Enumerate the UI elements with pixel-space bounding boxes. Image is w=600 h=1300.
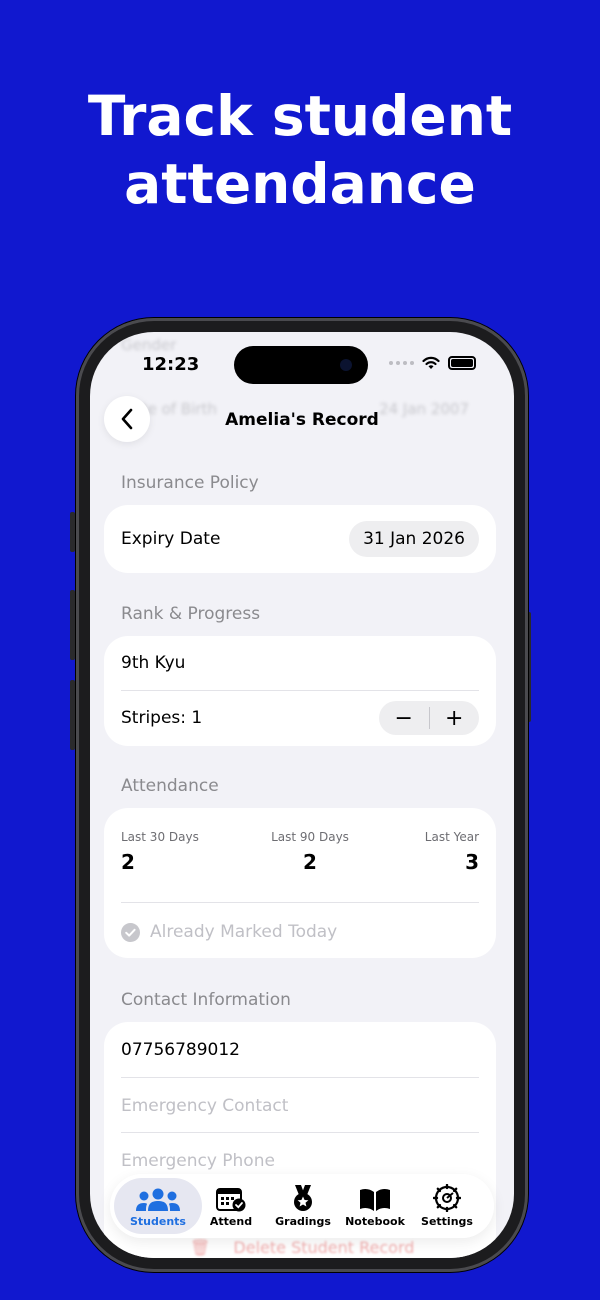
stat-value: 2 bbox=[303, 850, 317, 874]
status-time: 12:23 bbox=[142, 354, 200, 375]
battery-icon bbox=[448, 356, 476, 370]
attendance-section-label: Attendance bbox=[121, 776, 219, 796]
gender-label: Gender bbox=[121, 336, 177, 354]
stripes-decrement-button[interactable]: − bbox=[379, 701, 429, 735]
tab-label: Notebook bbox=[345, 1215, 405, 1228]
contact-section-label: Contact Information bbox=[121, 990, 291, 1010]
phone-screen: Gender Date of Birth 24 Jan 2007 12:23 A… bbox=[90, 332, 514, 1258]
tab-bar: Students Attend Gradings Notebook Settin… bbox=[110, 1174, 494, 1238]
tab-label: Students bbox=[130, 1215, 186, 1228]
emergency-contact-field[interactable]: Emergency Contact bbox=[121, 1096, 479, 1116]
tab-students[interactable]: Students bbox=[114, 1178, 202, 1234]
dynamic-island bbox=[234, 346, 368, 384]
stripes-increment-button[interactable]: + bbox=[429, 701, 479, 735]
checkmark-circle-icon bbox=[121, 922, 140, 942]
status-icons bbox=[389, 356, 476, 370]
tab-label: Settings bbox=[421, 1215, 473, 1228]
tab-gradings[interactable]: Gradings bbox=[266, 1178, 340, 1234]
stat-value: 2 bbox=[121, 850, 135, 874]
tab-settings[interactable]: Settings bbox=[410, 1178, 484, 1234]
volume-up-button bbox=[70, 590, 75, 660]
insurance-section-label: Insurance Policy bbox=[121, 473, 259, 493]
delete-student-button[interactable]: 🗑 Delete Student Record bbox=[190, 1238, 414, 1257]
divider bbox=[121, 1077, 479, 1078]
tab-attend[interactable]: Attend bbox=[194, 1178, 268, 1234]
stat-label: Last 30 Days bbox=[121, 830, 199, 844]
book-icon bbox=[360, 1188, 390, 1211]
insurance-card: Expiry Date 31 Jan 2026 bbox=[104, 505, 496, 573]
stat-label: Last 90 Days bbox=[271, 830, 349, 844]
gear-icon bbox=[433, 1184, 461, 1212]
tab-label: Attend bbox=[209, 1215, 253, 1228]
wifi-icon bbox=[422, 356, 440, 369]
stat-value: 3 bbox=[465, 850, 479, 874]
page-title: Amelia's Record bbox=[225, 410, 379, 430]
stat-last-year: Last Year 3 bbox=[425, 830, 479, 874]
stat-last-30-days: Last 30 Days 2 bbox=[121, 830, 199, 874]
phone-field[interactable]: 07756789012 bbox=[121, 1040, 479, 1060]
stat-label: Last Year bbox=[424, 830, 479, 844]
stat-last-90-days: Last 90 Days 2 bbox=[250, 830, 370, 874]
headline-line-1: Track student bbox=[87, 84, 513, 148]
delete-label: Delete Student Record bbox=[233, 1238, 415, 1257]
already-marked-label: Already Marked Today bbox=[150, 922, 338, 942]
headline-line-2: attendance bbox=[124, 152, 476, 216]
volume-down-button bbox=[70, 680, 75, 750]
signal-icon bbox=[389, 361, 414, 365]
trash-icon: 🗑 bbox=[190, 1238, 211, 1257]
medal-icon bbox=[294, 1185, 312, 1211]
people-icon bbox=[136, 1188, 180, 1211]
divider bbox=[121, 690, 479, 691]
action-button bbox=[70, 512, 75, 552]
divider bbox=[121, 902, 479, 903]
tab-label: Gradings bbox=[275, 1215, 331, 1228]
rank-section-label: Rank & Progress bbox=[121, 604, 261, 624]
rank-card: 9th Kyu Stripes: 1 − + bbox=[104, 636, 496, 746]
tab-notebook[interactable]: Notebook bbox=[338, 1178, 412, 1234]
rank-value[interactable]: 9th Kyu bbox=[121, 653, 479, 673]
divider bbox=[121, 1132, 479, 1133]
expiry-date-picker[interactable]: 31 Jan 2026 bbox=[349, 521, 479, 557]
stripes-stepper: − + bbox=[379, 701, 479, 735]
calendar-check-icon bbox=[216, 1188, 246, 1212]
attendance-card: Last 30 Days 2 Last 90 Days 2 Last Year … bbox=[104, 808, 496, 958]
already-marked-button[interactable]: Already Marked Today bbox=[121, 922, 479, 942]
emergency-phone-field[interactable]: Emergency Phone bbox=[121, 1151, 479, 1171]
headline: Track student attendance bbox=[0, 82, 600, 218]
